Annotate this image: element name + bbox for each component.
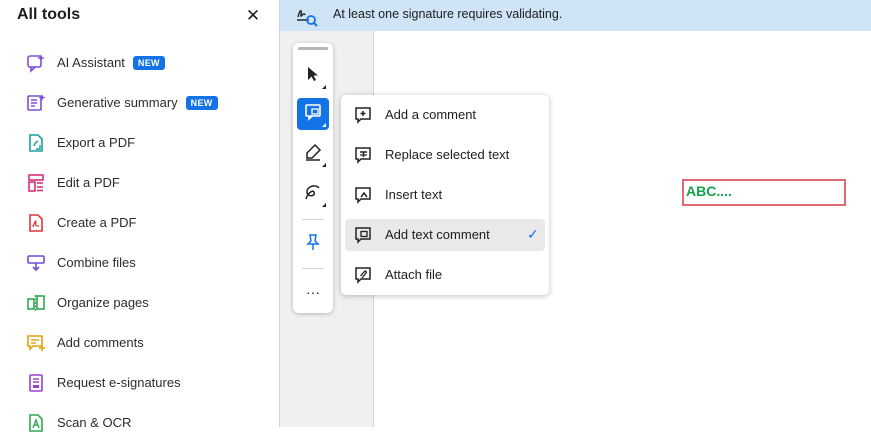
draw-tool-button[interactable] (297, 178, 329, 210)
organize-pages-icon (26, 293, 46, 313)
menu-item-replace-text[interactable]: Replace selected text (345, 139, 545, 171)
toolbar-divider (302, 219, 324, 220)
scan-ocr-icon (26, 413, 46, 433)
menu-item-label: Attach file (385, 267, 443, 282)
all-tools-panel: All tools ✕ AI Assistant NEW Generative s… (0, 0, 280, 432)
export-pdf-icon (26, 133, 46, 153)
highlight-tool-button[interactable] (297, 138, 329, 170)
text-comment-icon (353, 225, 373, 245)
expand-corner-icon (322, 163, 326, 167)
edit-pdf-icon (26, 173, 46, 193)
tool-export-pdf[interactable]: Export a PDF (0, 123, 279, 163)
attach-file-icon (353, 265, 373, 285)
menu-item-insert-text[interactable]: Insert text (345, 179, 545, 211)
ai-assistant-icon (26, 53, 46, 73)
expand-corner-icon (322, 203, 326, 207)
more-tools-button[interactable]: ··· (297, 276, 329, 308)
request-esignatures-icon (26, 373, 46, 393)
highlighter-icon (304, 143, 322, 166)
tool-create-pdf[interactable]: Create a PDF (0, 203, 279, 243)
select-tool-button[interactable] (297, 60, 329, 92)
expand-corner-icon (322, 123, 326, 127)
menu-item-label: Replace selected text (385, 147, 510, 162)
replace-text-icon (353, 145, 373, 165)
menu-item-add-text-comment[interactable]: Add text comment ✓ (345, 219, 545, 251)
tool-label: Scan & OCR (57, 415, 132, 430)
annotation-text: ABC.... (686, 183, 732, 199)
banner-message: At least one signature requires validati… (333, 7, 563, 21)
close-icon[interactable]: ✕ (245, 7, 261, 25)
pin-tool-button[interactable] (297, 228, 329, 260)
insert-text-icon (353, 185, 373, 205)
tool-label: Export a PDF (57, 135, 136, 150)
menu-item-label: Add a comment (385, 107, 477, 122)
tool-ai-assistant[interactable]: AI Assistant NEW (0, 43, 279, 83)
signature-validation-icon (295, 3, 319, 27)
new-badge: NEW (185, 96, 218, 110)
comment-tool-menu: Add a comment Replace selected text Inse… (341, 95, 549, 295)
tool-organize-pages[interactable]: Organize pages (0, 283, 279, 323)
add-comments-icon (26, 333, 46, 353)
toolbar-divider (302, 268, 324, 269)
tool-label: Request e-signatures (57, 375, 181, 390)
create-pdf-icon (26, 213, 46, 233)
menu-item-attach-file[interactable]: Attach file (345, 259, 545, 291)
tool-label: Create a PDF (57, 215, 137, 230)
checkmark-icon: ✓ (527, 226, 539, 242)
menu-item-label: Insert text (385, 187, 443, 202)
signature-banner: At least one signature requires validati… (280, 0, 871, 31)
tool-edit-pdf[interactable]: Edit a PDF (0, 163, 279, 203)
tool-add-comments[interactable]: Add comments (0, 323, 279, 363)
tool-label: Combine files (57, 255, 136, 270)
add-comment-icon (353, 105, 373, 125)
tool-combine-files[interactable]: Combine files (0, 243, 279, 283)
generative-summary-icon (26, 93, 46, 113)
comment-tool-button[interactable] (297, 98, 329, 130)
tool-label: Edit a PDF (57, 175, 120, 190)
pointer-icon (304, 65, 322, 88)
tool-request-esignatures[interactable]: Request e-signatures (0, 363, 279, 403)
text-annotation-box[interactable]: ABC.... (682, 179, 846, 206)
new-badge: NEW (132, 56, 165, 70)
menu-item-add-comment[interactable]: Add a comment (345, 99, 545, 131)
tool-label: Add comments (57, 335, 144, 350)
toolbar-drag-handle[interactable] (298, 47, 328, 50)
tool-list: AI Assistant NEW Generative summary NEW Ex… (0, 43, 279, 443)
comment-toolbar: ··· (293, 43, 333, 313)
text-comment-icon (304, 103, 322, 126)
expand-corner-icon (322, 85, 326, 89)
panel-title: All tools (17, 6, 81, 23)
tool-label: AI Assistant (57, 55, 125, 70)
tool-generative-summary[interactable]: Generative summary NEW (0, 83, 279, 123)
pin-icon (304, 233, 322, 256)
freehand-draw-icon (304, 183, 322, 206)
menu-item-label: Add text comment (385, 227, 490, 242)
tool-label: Generative summary (57, 95, 178, 110)
tool-scan-ocr[interactable]: Scan & OCR (0, 403, 279, 443)
tool-label: Organize pages (57, 295, 149, 310)
combine-files-icon (26, 253, 46, 273)
more-icon: ··· (306, 284, 320, 300)
